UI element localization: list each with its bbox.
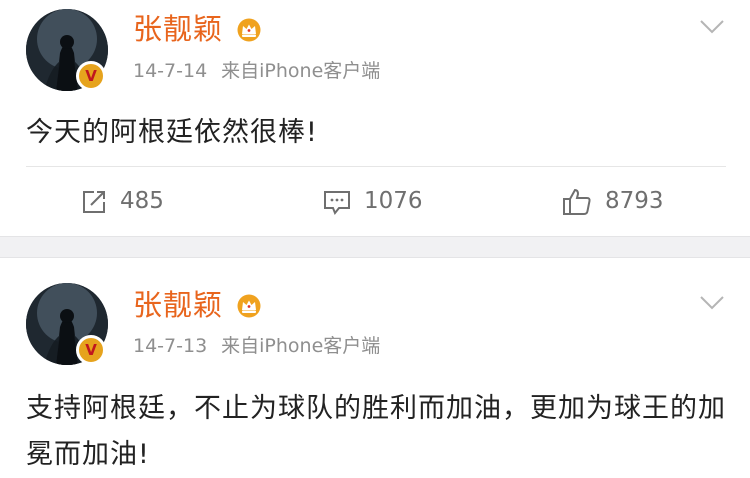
username[interactable]: 张靓颖	[133, 291, 223, 320]
post-text: 支持阿根廷，不止为球队的胜利而加油，更加为球王的加冕而加油!	[26, 393, 726, 470]
comment-button[interactable]: 1076	[322, 167, 423, 236]
chevron-down-icon[interactable]	[699, 19, 725, 35]
post-date: 14-7-13	[133, 335, 208, 357]
post-source: 来自iPhone客户端	[221, 335, 381, 357]
like-button[interactable]: 8793	[561, 167, 664, 236]
post-text: 今天的阿根廷依然很棒!	[26, 117, 318, 148]
post-source: 来自iPhone客户端	[221, 60, 381, 82]
username[interactable]: 张靓颖	[133, 15, 223, 44]
repost-icon	[83, 190, 105, 213]
weibo-post: V 张靓颖 14-7-14 来自iPhone客户端 今天的阿根廷依然很棒! 485	[0, 0, 750, 236]
repost-count: 485	[120, 188, 164, 214]
like-count: 8793	[605, 188, 664, 214]
post-meta: 14-7-14 来自iPhone客户端	[133, 62, 380, 81]
verified-badge: V	[76, 61, 106, 91]
crown-icon	[237, 294, 261, 318]
weibo-post: V 张靓颖 14-7-13 来自iPhone客户端 支持阿根廷，不止为球队的胜利而…	[0, 258, 750, 474]
post-date: 14-7-14	[133, 60, 208, 82]
verified-badge: V	[76, 335, 106, 365]
thumbs-up-icon	[563, 188, 591, 215]
action-bar: 485 1076 8793	[0, 167, 750, 236]
chevron-down-icon[interactable]	[699, 295, 725, 311]
comment-count: 1076	[364, 188, 423, 214]
crown-icon	[237, 18, 261, 42]
post-meta: 14-7-13 来自iPhone客户端	[133, 337, 380, 356]
repost-button[interactable]: 485	[80, 167, 164, 236]
feed-separator	[0, 236, 750, 258]
comment-icon	[324, 190, 350, 215]
